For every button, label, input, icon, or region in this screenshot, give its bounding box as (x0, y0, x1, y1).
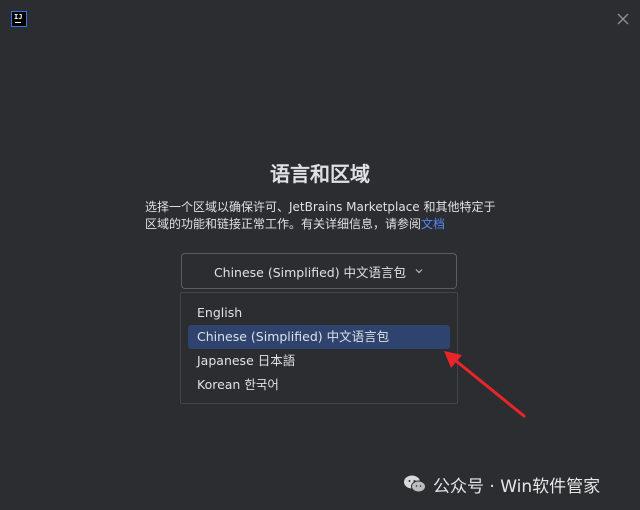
red-annotation-arrow-icon (444, 351, 526, 418)
intellij-logo-icon: IJ (11, 11, 27, 27)
language-select[interactable]: Chinese (Simplified) 中文语言包 (181, 253, 457, 289)
page-title: 语言和区域 (270, 162, 370, 186)
option-chinese-simplified[interactable]: Chinese (Simplified) 中文语言包 (188, 325, 450, 349)
language-region-dialog: IJ 语言和区域 选择一个区域以确保许可、JetBrains Marketpla… (0, 0, 640, 510)
close-icon[interactable] (616, 12, 630, 26)
wechat-icon (404, 475, 426, 493)
watermark-text: 公众号 · Win软件管家 (433, 476, 601, 497)
option-japanese[interactable]: Japanese 日本語 (188, 349, 450, 373)
option-korean[interactable]: Korean 한국어 (188, 373, 450, 397)
documentation-link[interactable]: 文档 (421, 217, 445, 231)
chevron-down-icon (415, 269, 423, 274)
language-dropdown-list: English Chinese (Simplified) 中文语言包 Japan… (180, 292, 458, 404)
language-select-value: Chinese (Simplified) 中文语言包 (213, 264, 407, 280)
option-english[interactable]: English (188, 301, 450, 325)
logo-text: IJ (14, 13, 23, 21)
watermark: 公众号 · Win软件管家 (403, 472, 601, 497)
description-text: 选择一个区域以确保许可、JetBrains Marketplace 和其他特定于… (145, 199, 505, 233)
